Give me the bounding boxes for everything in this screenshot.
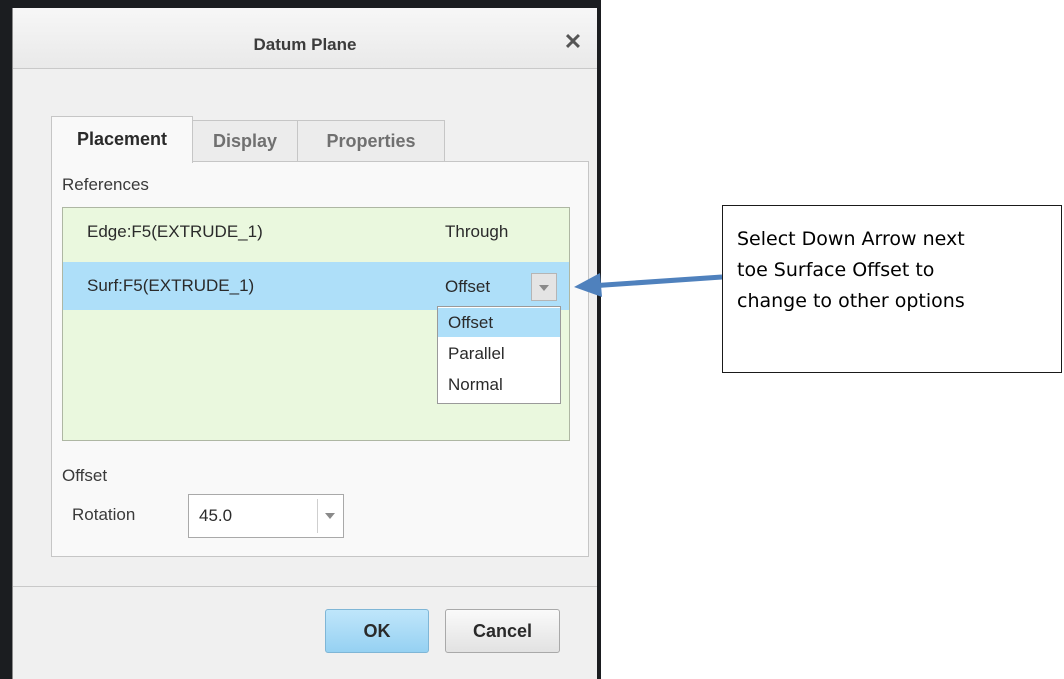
references-list[interactable]: Edge:F5(EXTRUDE_1) Through Surf:F5(EXTRU… — [62, 207, 570, 441]
combo-separator — [317, 499, 318, 533]
datum-plane-dialog: Datum Plane ✕ Placement Display Properti… — [12, 8, 597, 679]
rotation-value: 45.0 — [199, 506, 233, 525]
cancel-button[interactable]: Cancel — [445, 609, 560, 653]
chevron-down-icon — [539, 285, 549, 291]
callout-line: Select Down Arrow next — [737, 228, 965, 250]
footer-divider — [13, 586, 597, 587]
offset-label: Offset — [62, 466, 108, 485]
reference-name: Surf:F5(EXTRUDE_1) — [87, 276, 255, 295]
window-frame-top — [0, 0, 600, 8]
ok-button[interactable]: OK — [325, 609, 429, 653]
placement-panel: References Edge:F5(EXTRUDE_1) Through Su… — [51, 161, 589, 557]
annotation-callout: Select Down Arrow next toe Surface Offse… — [722, 205, 1062, 373]
dialog-title: Datum Plane — [253, 35, 357, 54]
rotation-combo[interactable]: 45.0 — [188, 494, 344, 538]
dialog-titlebar: Datum Plane ✕ — [13, 8, 597, 69]
close-icon[interactable]: ✕ — [561, 30, 585, 54]
callout-line: change to other options — [737, 290, 965, 312]
window-frame-left — [0, 0, 12, 679]
dropdown-option-parallel[interactable]: Parallel — [438, 339, 560, 368]
constraint-combo[interactable]: Offset — [437, 269, 559, 303]
constraint-dropdown-button[interactable] — [531, 273, 557, 301]
reference-row-selected[interactable]: Surf:F5(EXTRUDE_1) Offset — [63, 262, 569, 310]
reference-row[interactable]: Edge:F5(EXTRUDE_1) Through — [63, 208, 569, 256]
reference-constraint[interactable]: Through — [445, 222, 508, 242]
references-label: References — [62, 175, 149, 194]
arrow-left-icon — [574, 273, 723, 297]
constraint-dropdown-list: Offset Parallel Normal — [437, 306, 561, 404]
dropdown-option-normal[interactable]: Normal — [438, 370, 560, 399]
reference-name: Edge:F5(EXTRUDE_1) — [87, 222, 263, 241]
callout-line: toe Surface Offset to — [737, 259, 935, 281]
tab-placement[interactable]: Placement — [51, 116, 193, 163]
tab-display[interactable]: Display — [191, 120, 299, 161]
constraint-value: Offset — [445, 277, 491, 296]
tab-properties[interactable]: Properties — [297, 120, 445, 161]
rotation-label: Rotation — [72, 505, 136, 524]
dropdown-option-offset[interactable]: Offset — [438, 308, 560, 337]
chevron-down-icon[interactable] — [325, 513, 335, 519]
